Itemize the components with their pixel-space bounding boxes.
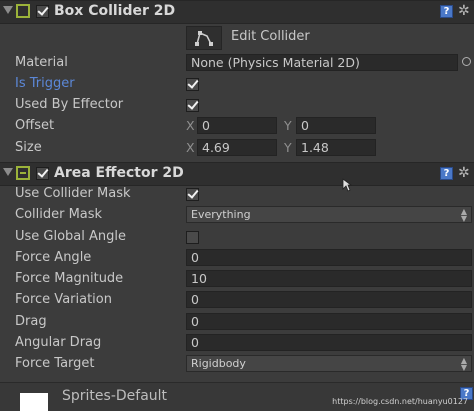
collider-mask-value: Everything: [191, 208, 251, 221]
used-by-effector-label: Used By Effector: [15, 97, 124, 112]
area-effector-enabled-checkbox[interactable]: [36, 167, 49, 180]
offset-label: Offset: [15, 118, 55, 133]
size-x-axis-label: X: [186, 140, 195, 155]
area-effector-icon: [16, 166, 30, 180]
force-angle-field[interactable]: 0: [186, 249, 472, 266]
use-collider-mask-checkbox[interactable]: [186, 188, 199, 201]
used-by-effector-checkbox[interactable]: [186, 99, 199, 112]
area-effector-header[interactable]: Area Effector 2D ? ✲: [0, 162, 474, 186]
force-target-value: Rigidbody: [191, 357, 246, 370]
force-target-dropdown[interactable]: Rigidbody ▲ ▼: [186, 355, 472, 372]
edit-collider-icon: [195, 31, 213, 46]
force-target-label: Force Target: [15, 356, 95, 371]
collider-mask-label: Collider Mask: [15, 207, 103, 222]
is-trigger-label: Is Trigger: [15, 76, 75, 91]
offset-y-axis-label: Y: [284, 118, 292, 133]
foldout-triangle-icon[interactable]: [3, 168, 13, 176]
offset-y-field[interactable]: 0: [296, 117, 376, 134]
size-y-axis-label: Y: [284, 140, 292, 155]
force-angle-label: Force Angle: [15, 250, 92, 265]
size-y-field[interactable]: 1.48: [296, 139, 376, 156]
force-variation-label: Force Variation: [15, 292, 112, 307]
next-component-strip: Sprites-Default ? https://blog.csdn.net/…: [0, 382, 474, 411]
sprite-preview-thumbnail: [20, 393, 48, 411]
edit-collider-button[interactable]: [186, 26, 222, 50]
force-magnitude-field[interactable]: 10: [186, 270, 472, 287]
edit-collider-label: Edit Collider: [231, 29, 310, 44]
offset-x-axis-label: X: [186, 118, 195, 133]
inspector-panel: Box Collider 2D ? ✲ Edit Collider Materi…: [0, 0, 474, 411]
is-trigger-checkbox[interactable]: [186, 78, 199, 91]
dropdown-arrows-icon: ▲ ▼: [460, 356, 467, 372]
help-icon[interactable]: ?: [440, 5, 453, 18]
watermark-text: https://blog.csdn.net/huanyu0127: [332, 397, 468, 406]
use-global-angle-label: Use Global Angle: [15, 229, 127, 244]
box-collider-enabled-checkbox[interactable]: [36, 5, 49, 18]
angular-drag-label: Angular Drag: [15, 335, 102, 350]
foldout-triangle-icon[interactable]: [3, 6, 13, 14]
sorting-layer-label: Sprites-Default: [62, 388, 168, 404]
force-magnitude-label: Force Magnitude: [15, 271, 124, 286]
size-label: Size: [15, 140, 42, 155]
mouse-cursor-icon: [342, 178, 352, 192]
gear-icon[interactable]: ✲: [458, 4, 470, 18]
box-collider-header[interactable]: Box Collider 2D ? ✲: [0, 0, 474, 24]
use-collider-mask-label: Use Collider Mask: [15, 186, 131, 201]
material-label: Material: [15, 55, 68, 70]
drag-label: Drag: [15, 314, 47, 329]
box-collider-title: Box Collider 2D: [54, 3, 176, 19]
box-collider-icon: [16, 4, 30, 18]
use-global-angle-checkbox[interactable]: [186, 231, 199, 244]
drag-field[interactable]: 0: [186, 313, 472, 330]
object-picker-icon[interactable]: [462, 57, 471, 66]
help-icon[interactable]: ?: [440, 167, 453, 180]
force-variation-field[interactable]: 0: [186, 291, 472, 308]
offset-x-field[interactable]: 0: [197, 117, 277, 134]
size-x-field[interactable]: 4.69: [197, 139, 277, 156]
dropdown-arrows-icon: ▲ ▼: [460, 207, 467, 223]
collider-mask-dropdown[interactable]: Everything ▲ ▼: [186, 206, 472, 223]
angular-drag-field[interactable]: 0: [186, 334, 472, 351]
gear-icon[interactable]: ✲: [458, 166, 470, 180]
area-effector-title: Area Effector 2D: [54, 165, 184, 181]
material-field[interactable]: None (Physics Material 2D): [186, 54, 458, 71]
